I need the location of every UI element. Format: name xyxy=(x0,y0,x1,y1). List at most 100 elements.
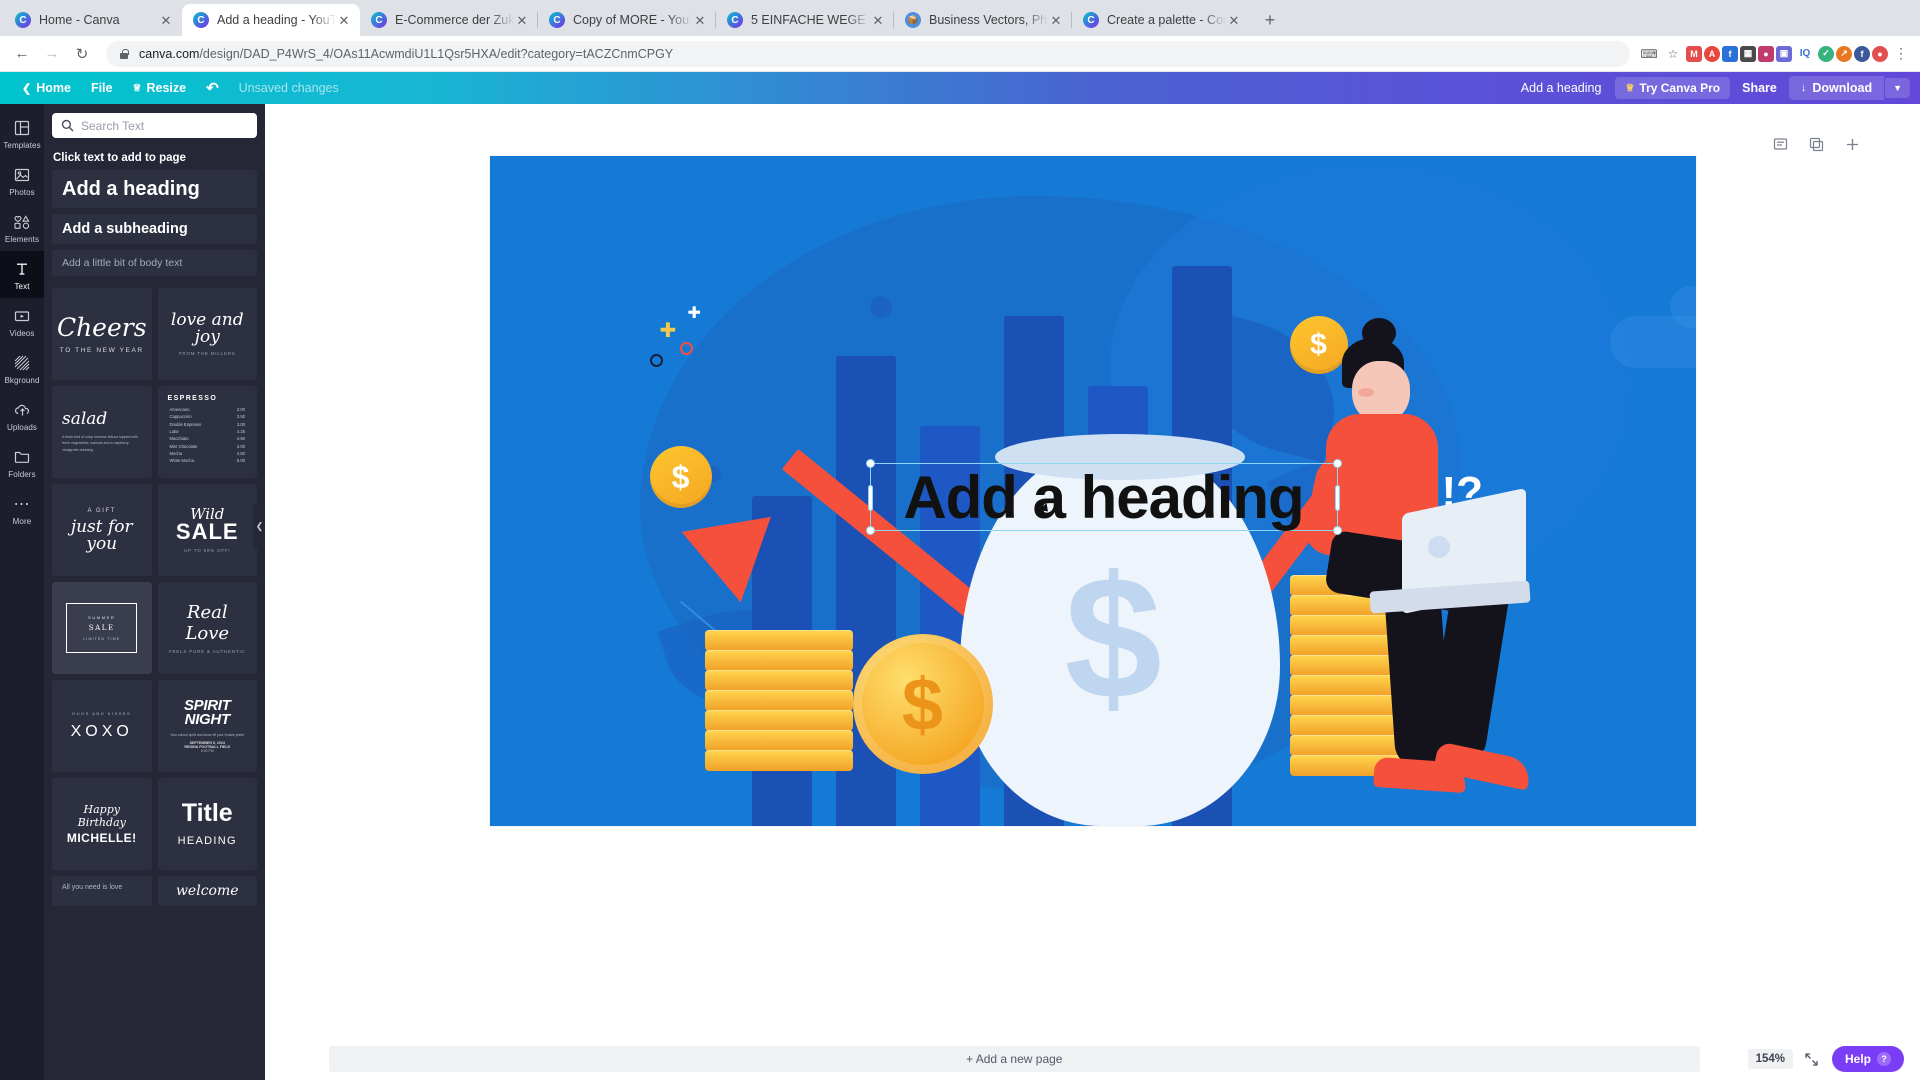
ext-red-icon[interactable]: M xyxy=(1686,45,1702,62)
back-icon[interactable]: ← xyxy=(8,40,36,68)
sidebar-item-videos[interactable]: Videos xyxy=(0,298,44,345)
zoom-level[interactable]: 154% xyxy=(1747,1049,1793,1069)
template-card[interactable]: All you need is love xyxy=(52,876,152,906)
template-card[interactable]: Title HEADING xyxy=(157,778,257,870)
browser-tab[interactable]: Copy of MORE - YouTube Thum ✕ xyxy=(537,4,716,36)
template-card[interactable]: Cheers TO THE NEW YEAR xyxy=(52,288,152,380)
canva-icon xyxy=(1083,12,1099,28)
help-button[interactable]: Help ? xyxy=(1831,1046,1904,1072)
panel-collapse-button[interactable]: ❮ xyxy=(253,504,265,548)
ext-teal-icon[interactable]: ▣ xyxy=(1776,45,1792,62)
try-canva-pro-button[interactable]: ♕ Try Canva Pro xyxy=(1615,77,1731,99)
template-card[interactable]: welcome xyxy=(157,876,257,906)
download-caret-icon[interactable]: ▼ xyxy=(1885,78,1910,98)
expand-icon[interactable] xyxy=(1805,1052,1818,1066)
undo-button[interactable]: ↶ xyxy=(196,75,229,101)
ext-iq-icon[interactable]: IQ xyxy=(1794,43,1816,65)
sidebar-item-uploads[interactable]: Uploads xyxy=(0,392,44,439)
browser-tab-active[interactable]: Add a heading - YouTube Thum ✕ xyxy=(182,4,360,36)
preset-body[interactable]: Add a little bit of body text xyxy=(52,250,257,276)
browser-tab[interactable]: Home - Canva ✕ xyxy=(4,4,182,36)
preset-subheading[interactable]: Add a subheading xyxy=(52,214,257,244)
template-subtitle: A GIFT xyxy=(87,507,117,514)
sidebar-item-templates[interactable]: Templates xyxy=(0,110,44,157)
template-card[interactable]: HUGS AND KISSES XOXO xyxy=(52,680,152,772)
resize-handle-tl[interactable] xyxy=(865,459,875,468)
translate-icon[interactable]: ⌨ xyxy=(1638,43,1660,65)
close-icon[interactable]: ✕ xyxy=(1226,12,1242,28)
sidebar-item-photos[interactable]: Photos xyxy=(0,157,44,204)
share-button[interactable]: Share xyxy=(1730,77,1789,99)
design-page[interactable]: $ $ ✚ ✚ ✚ ✚ !? $ xyxy=(489,156,1696,826)
duplicate-page-icon[interactable] xyxy=(1808,136,1824,152)
template-card[interactable]: SUMMER SALE LIMITED TIME xyxy=(52,582,152,674)
template-card[interactable]: salad A fresh bed of crisp romaine lettu… xyxy=(52,386,152,478)
close-icon[interactable]: ✕ xyxy=(514,12,530,28)
sidebar-item-text[interactable]: Text xyxy=(0,251,44,298)
bookmark-star-icon[interactable]: ☆ xyxy=(1662,43,1684,65)
coin-disc xyxy=(704,690,853,711)
add-page-icon[interactable] xyxy=(1844,136,1860,152)
template-card[interactable]: SPIRIT NIGHT Your school spirit and show… xyxy=(157,680,257,772)
template-card[interactable]: Happy Birthday MICHELLE! xyxy=(52,778,152,870)
preset-heading[interactable]: Add a heading xyxy=(52,170,257,208)
address-bar[interactable]: canva.com/design/DAD_P4WrS_4/OAs11Acwmdi… xyxy=(106,40,1630,67)
download-button[interactable]: ↓ Download xyxy=(1788,76,1885,100)
browser-tab[interactable]: E-Commerce der Zukunft - You ✕ xyxy=(360,4,538,36)
close-icon[interactable]: ✕ xyxy=(158,12,174,28)
heading-text-selection[interactable]: Add a heading xyxy=(865,459,1342,535)
sidebar-item-more[interactable]: ⋯ More xyxy=(0,486,44,533)
sidebar-item-folders[interactable]: Folders xyxy=(0,439,44,486)
browser-tab[interactable]: Business Vectors, Photos and ✕ xyxy=(893,4,1072,36)
template-card[interactable]: Wild SALE UP TO 50% OFF! xyxy=(157,484,257,576)
template-title: Real Love xyxy=(185,602,230,644)
search-input[interactable] xyxy=(81,118,248,133)
forward-icon[interactable]: → xyxy=(38,40,66,68)
sidebar-item-elements[interactable]: Elements xyxy=(0,204,44,251)
file-button[interactable]: File xyxy=(81,77,123,99)
sparkle-icon: ✚ xyxy=(659,320,677,342)
sidebar-label: Elements xyxy=(4,235,40,244)
ext-share-icon[interactable]: ↗ xyxy=(1836,45,1852,62)
ext-avatar-icon[interactable]: ● xyxy=(1872,45,1888,62)
browser-tab[interactable]: 5 EINFACHE WEGE - YouTube ✕ xyxy=(715,4,894,36)
browser-tab[interactable]: Create a palette - Coolors ✕ xyxy=(1071,4,1250,36)
reload-icon[interactable]: ↻ xyxy=(68,40,96,68)
template-card[interactable]: love and joy FROM THE MILLERS xyxy=(157,288,257,380)
template-kicker: SUMMER xyxy=(88,615,116,620)
resize-handle-left[interactable] xyxy=(867,485,873,511)
resize-handle-right[interactable] xyxy=(1334,485,1340,511)
ext-grid-icon[interactable]: ▦ xyxy=(1740,45,1756,62)
resize-handle-br[interactable] xyxy=(1332,526,1342,535)
search-box[interactable] xyxy=(52,113,257,138)
template-card[interactable]: ESPRESSO Americano 3.00 Cappuccino 3.50 Do… xyxy=(157,386,257,478)
new-tab-button[interactable]: + xyxy=(1256,6,1284,34)
text-icon xyxy=(14,260,30,278)
ext-green-icon[interactable]: ✓ xyxy=(1818,45,1834,62)
canva-icon xyxy=(15,12,31,28)
sidebar-item-background[interactable]: Bkground xyxy=(0,345,44,392)
file-label: File xyxy=(90,81,113,95)
ext-orange-icon[interactable]: A xyxy=(1704,45,1720,62)
resize-handle-tr[interactable] xyxy=(1332,459,1342,468)
design-title[interactable]: Add a heading xyxy=(1507,81,1616,95)
menu-item: Americano 3.00 xyxy=(169,407,246,412)
resize-handle-bl[interactable] xyxy=(865,526,875,535)
coin-disc xyxy=(704,670,853,691)
ext-purple-icon[interactable]: ● xyxy=(1758,45,1774,62)
canva-icon xyxy=(371,12,387,28)
ext-blue-icon[interactable]: f xyxy=(1722,45,1738,62)
close-icon[interactable]: ✕ xyxy=(870,12,886,28)
close-icon[interactable]: ✕ xyxy=(692,12,708,28)
template-card[interactable]: A GIFT just for you xyxy=(52,484,152,576)
add-new-page-button[interactable]: + Add a new page xyxy=(329,1046,1700,1072)
resize-button[interactable]: ♕ Resize xyxy=(123,77,197,99)
close-icon[interactable]: ✕ xyxy=(1048,12,1064,28)
template-subtitle: FEELS PURE & AUTHENTIC xyxy=(168,649,246,654)
template-card[interactable]: Real Love FEELS PURE & AUTHENTIC xyxy=(157,582,257,674)
ext-facebook-icon[interactable]: f xyxy=(1854,45,1870,62)
close-icon[interactable]: ✕ xyxy=(336,12,352,28)
ext-menu-icon[interactable]: ⋮ xyxy=(1890,43,1912,65)
notes-icon[interactable] xyxy=(1772,136,1788,152)
home-button[interactable]: ❮ Home xyxy=(12,77,81,99)
